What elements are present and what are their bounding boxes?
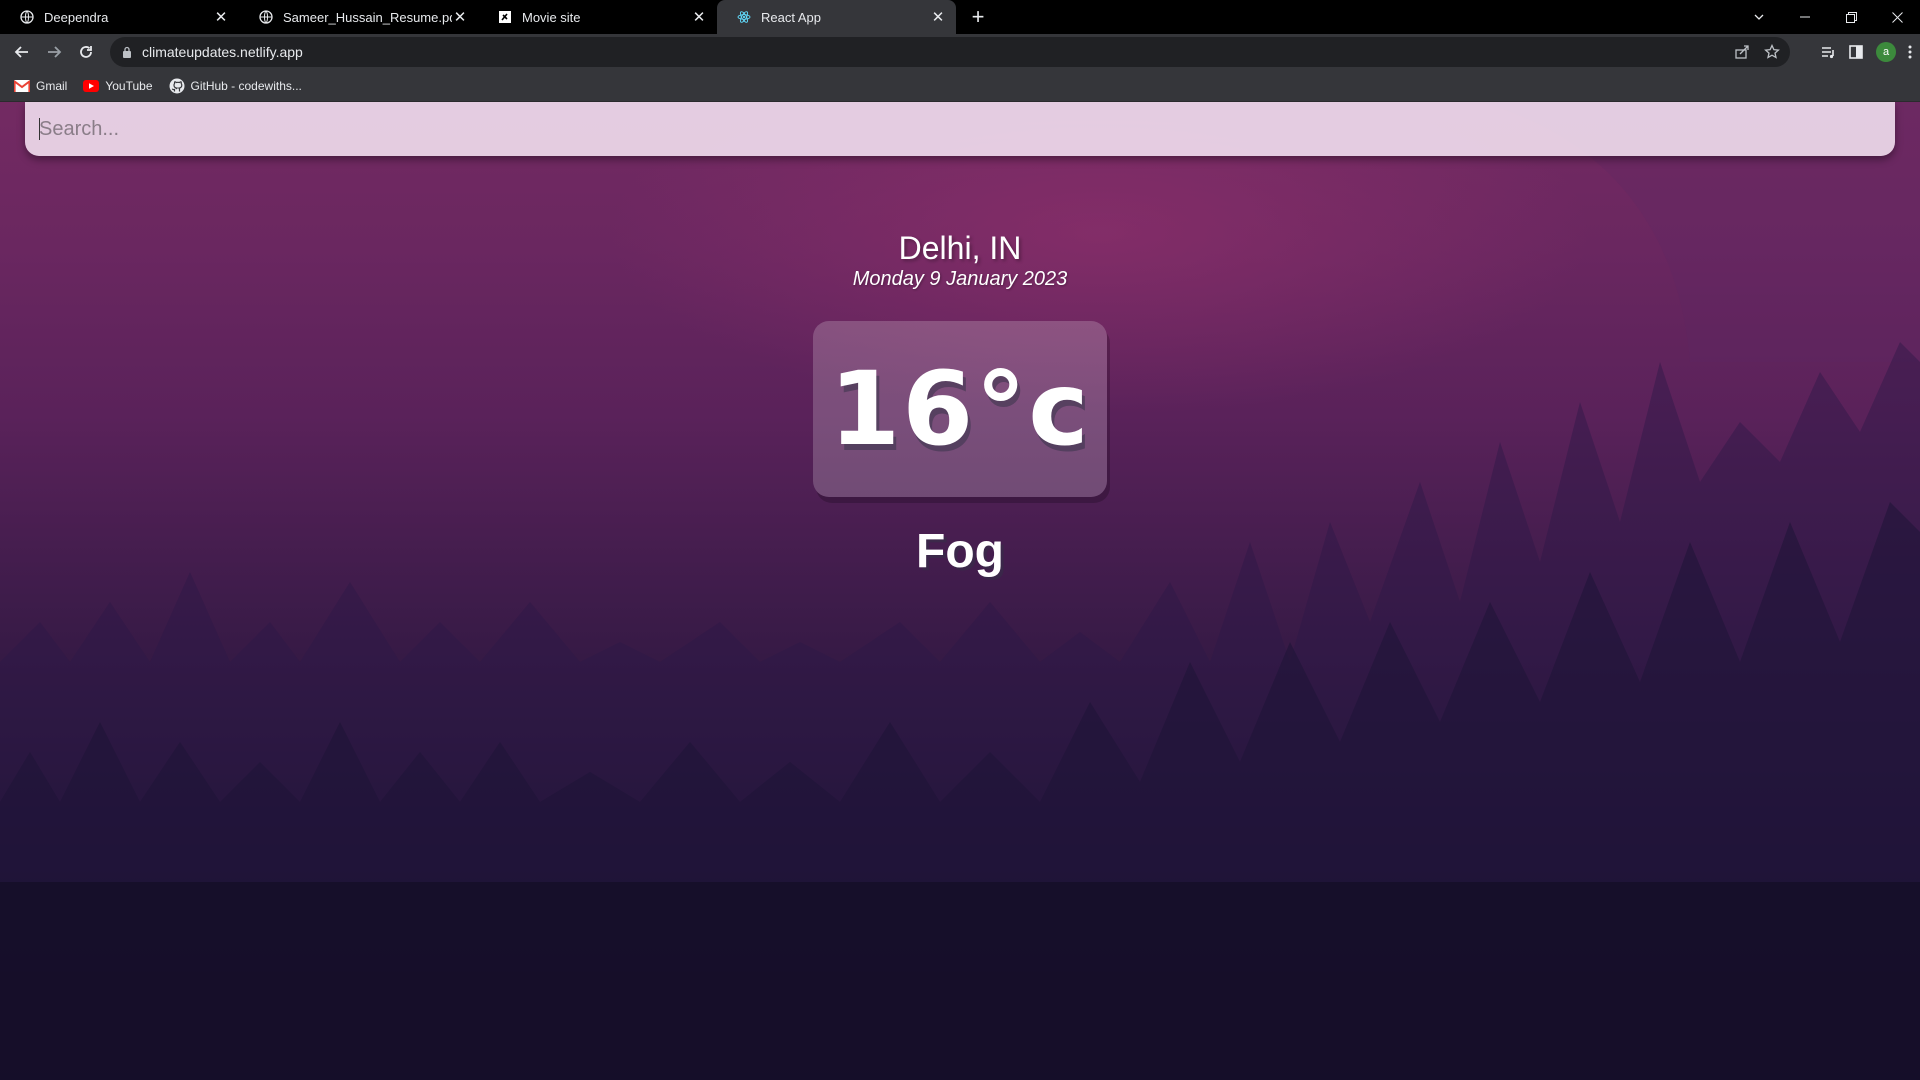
temperature-box: 16°c <box>813 321 1107 497</box>
bookmarks-bar: Gmail YouTube GitHub - codewiths... <box>0 70 1920 102</box>
bookmark-gmail[interactable]: Gmail <box>14 79 67 93</box>
browser-toolbar: climateupdates.netlify.app a <box>0 34 1920 70</box>
tab-title: Movie site <box>522 9 581 25</box>
new-tab-button[interactable]: + <box>964 0 992 34</box>
search-input[interactable] <box>25 102 1895 156</box>
movie-site-icon <box>498 10 512 24</box>
tab-react-app[interactable]: React App ✕ <box>717 0 956 34</box>
forward-arrow-icon[interactable] <box>38 36 70 68</box>
tab-strip: Deependra ✕ Sameer_Hussain_Resume.pdf ✕ … <box>0 0 1920 34</box>
close-icon[interactable]: ✕ <box>452 9 468 25</box>
address-bar[interactable]: climateupdates.netlify.app <box>110 37 1790 67</box>
gmail-icon <box>14 79 30 92</box>
globe-icon <box>259 10 273 24</box>
location-label: Delhi, IN <box>898 230 1022 266</box>
minimize-icon[interactable] <box>1782 2 1828 32</box>
lock-icon[interactable] <box>122 46 132 58</box>
globe-icon <box>20 10 34 24</box>
weather-page: Delhi, IN Monday 9 January 2023 16°c Fog <box>0 102 1920 1080</box>
close-icon[interactable]: ✕ <box>930 9 946 25</box>
tab-resume-pdf[interactable]: Sameer_Hussain_Resume.pdf ✕ <box>239 0 478 34</box>
media-queue-icon[interactable] <box>1820 44 1836 60</box>
bookmark-label: GitHub - codewiths... <box>190 78 302 93</box>
tab-search-chevron-icon[interactable] <box>1736 2 1782 32</box>
bookmark-label: Gmail <box>36 78 68 93</box>
url-text: climateupdates.netlify.app <box>142 44 303 60</box>
window-controls <box>1736 0 1920 34</box>
back-arrow-icon[interactable] <box>6 36 38 68</box>
tab-title: Deependra <box>44 9 109 25</box>
bookmark-label: YouTube <box>105 78 153 93</box>
close-window-icon[interactable] <box>1874 2 1920 32</box>
text-cursor <box>39 118 40 140</box>
bookmark-star-icon[interactable] <box>1764 44 1780 60</box>
tab-title: Sameer_Hussain_Resume.pdf <box>283 9 452 25</box>
reload-icon[interactable] <box>70 36 102 68</box>
share-icon[interactable] <box>1734 44 1750 60</box>
react-icon <box>737 10 751 24</box>
close-icon[interactable]: ✕ <box>213 9 229 25</box>
more-menu-icon[interactable] <box>1908 44 1912 60</box>
profile-avatar[interactable]: a <box>1876 42 1896 62</box>
restore-icon[interactable] <box>1828 2 1874 32</box>
bookmark-youtube[interactable]: YouTube <box>83 78 153 93</box>
tab-deependra[interactable]: Deependra ✕ <box>0 0 239 34</box>
weather-condition: Fog <box>916 525 1004 578</box>
github-icon <box>169 78 185 94</box>
tab-movie-site[interactable]: Movie site ✕ <box>478 0 717 34</box>
date-label: Monday 9 January 2023 <box>852 268 1068 290</box>
tab-title: React App <box>761 9 821 25</box>
temperature-value: 16°c <box>829 349 1091 469</box>
side-panel-icon[interactable] <box>1848 44 1864 60</box>
search-bar <box>25 102 1895 156</box>
youtube-icon <box>83 79 100 92</box>
close-icon[interactable]: ✕ <box>691 9 707 25</box>
bookmark-github[interactable]: GitHub - codewiths... <box>169 78 302 94</box>
